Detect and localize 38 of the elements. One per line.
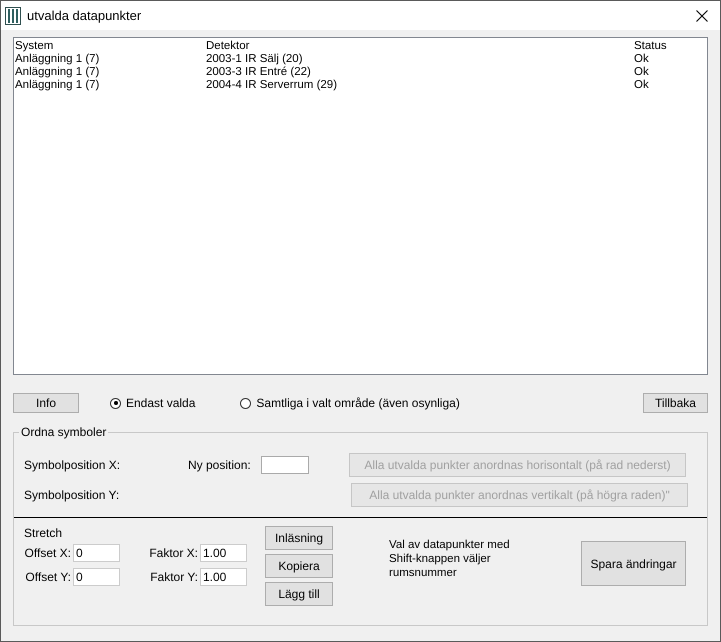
field-label: Ny position: <box>188 458 252 472</box>
info-button[interactable]: Info <box>13 393 79 413</box>
group-title: Ordna symboler <box>19 425 108 439</box>
list-cell-text: 2003-1 IR Sälj (20) <box>206 53 304 66</box>
field-label: Symbolposition X: <box>24 458 122 472</box>
list-cell-text: Ok <box>634 53 650 66</box>
input-field[interactable]: 1.00 <box>200 544 247 562</box>
app-icon <box>5 6 21 24</box>
action-button[interactable]: Inläsning <box>265 526 333 550</box>
save-button[interactable]: Spara ändringar <box>581 541 686 586</box>
new-position-field[interactable] <box>261 456 309 474</box>
hint-text: Val av datapunkter med Shift-knappen väljer rumsnummer <box>389 538 511 581</box>
column-header: Status <box>634 40 668 53</box>
list-cell-text: Ok <box>634 66 650 79</box>
back-button[interactable]: Tillbaka <box>643 393 708 413</box>
field-label: Offset X: <box>24 546 72 560</box>
field-label: Symbolposition Y: <box>24 488 120 502</box>
field-label: Offset Y: <box>24 570 72 584</box>
field-label: Faktor X: <box>148 546 199 560</box>
list-cell-text: Anläggning 1 (7) <box>15 79 100 92</box>
close-icon[interactable] <box>696 10 708 22</box>
input-field[interactable]: 0 <box>73 568 120 586</box>
scope-radio[interactable]: Samtliga i valt område (även osynliga) <box>240 396 460 410</box>
list-cell-text: 2004-4 IR Serverrum (29) <box>206 79 338 92</box>
list-cell-text: 2003-3 IR Entré (22) <box>206 66 312 79</box>
column-header: Detektor <box>206 40 250 53</box>
field-label: Faktor Y: <box>149 570 199 584</box>
section-title: Stretch <box>24 526 64 540</box>
column-header: System <box>15 40 54 53</box>
list-cell-text: Ok <box>634 79 650 92</box>
input-field[interactable]: 1.00 <box>200 568 247 586</box>
input-field[interactable]: 0 <box>73 544 120 562</box>
window-title: utvalda datapunkter <box>27 8 142 23</box>
list-cell-text: Anläggning 1 (7) <box>15 53 100 66</box>
action-button[interactable]: Kopiera <box>265 554 333 578</box>
action-button[interactable]: Lägg till <box>265 582 333 606</box>
list-cell-text: Anläggning 1 (7) <box>15 66 100 79</box>
scope-radio[interactable]: Endast valda <box>110 396 196 410</box>
